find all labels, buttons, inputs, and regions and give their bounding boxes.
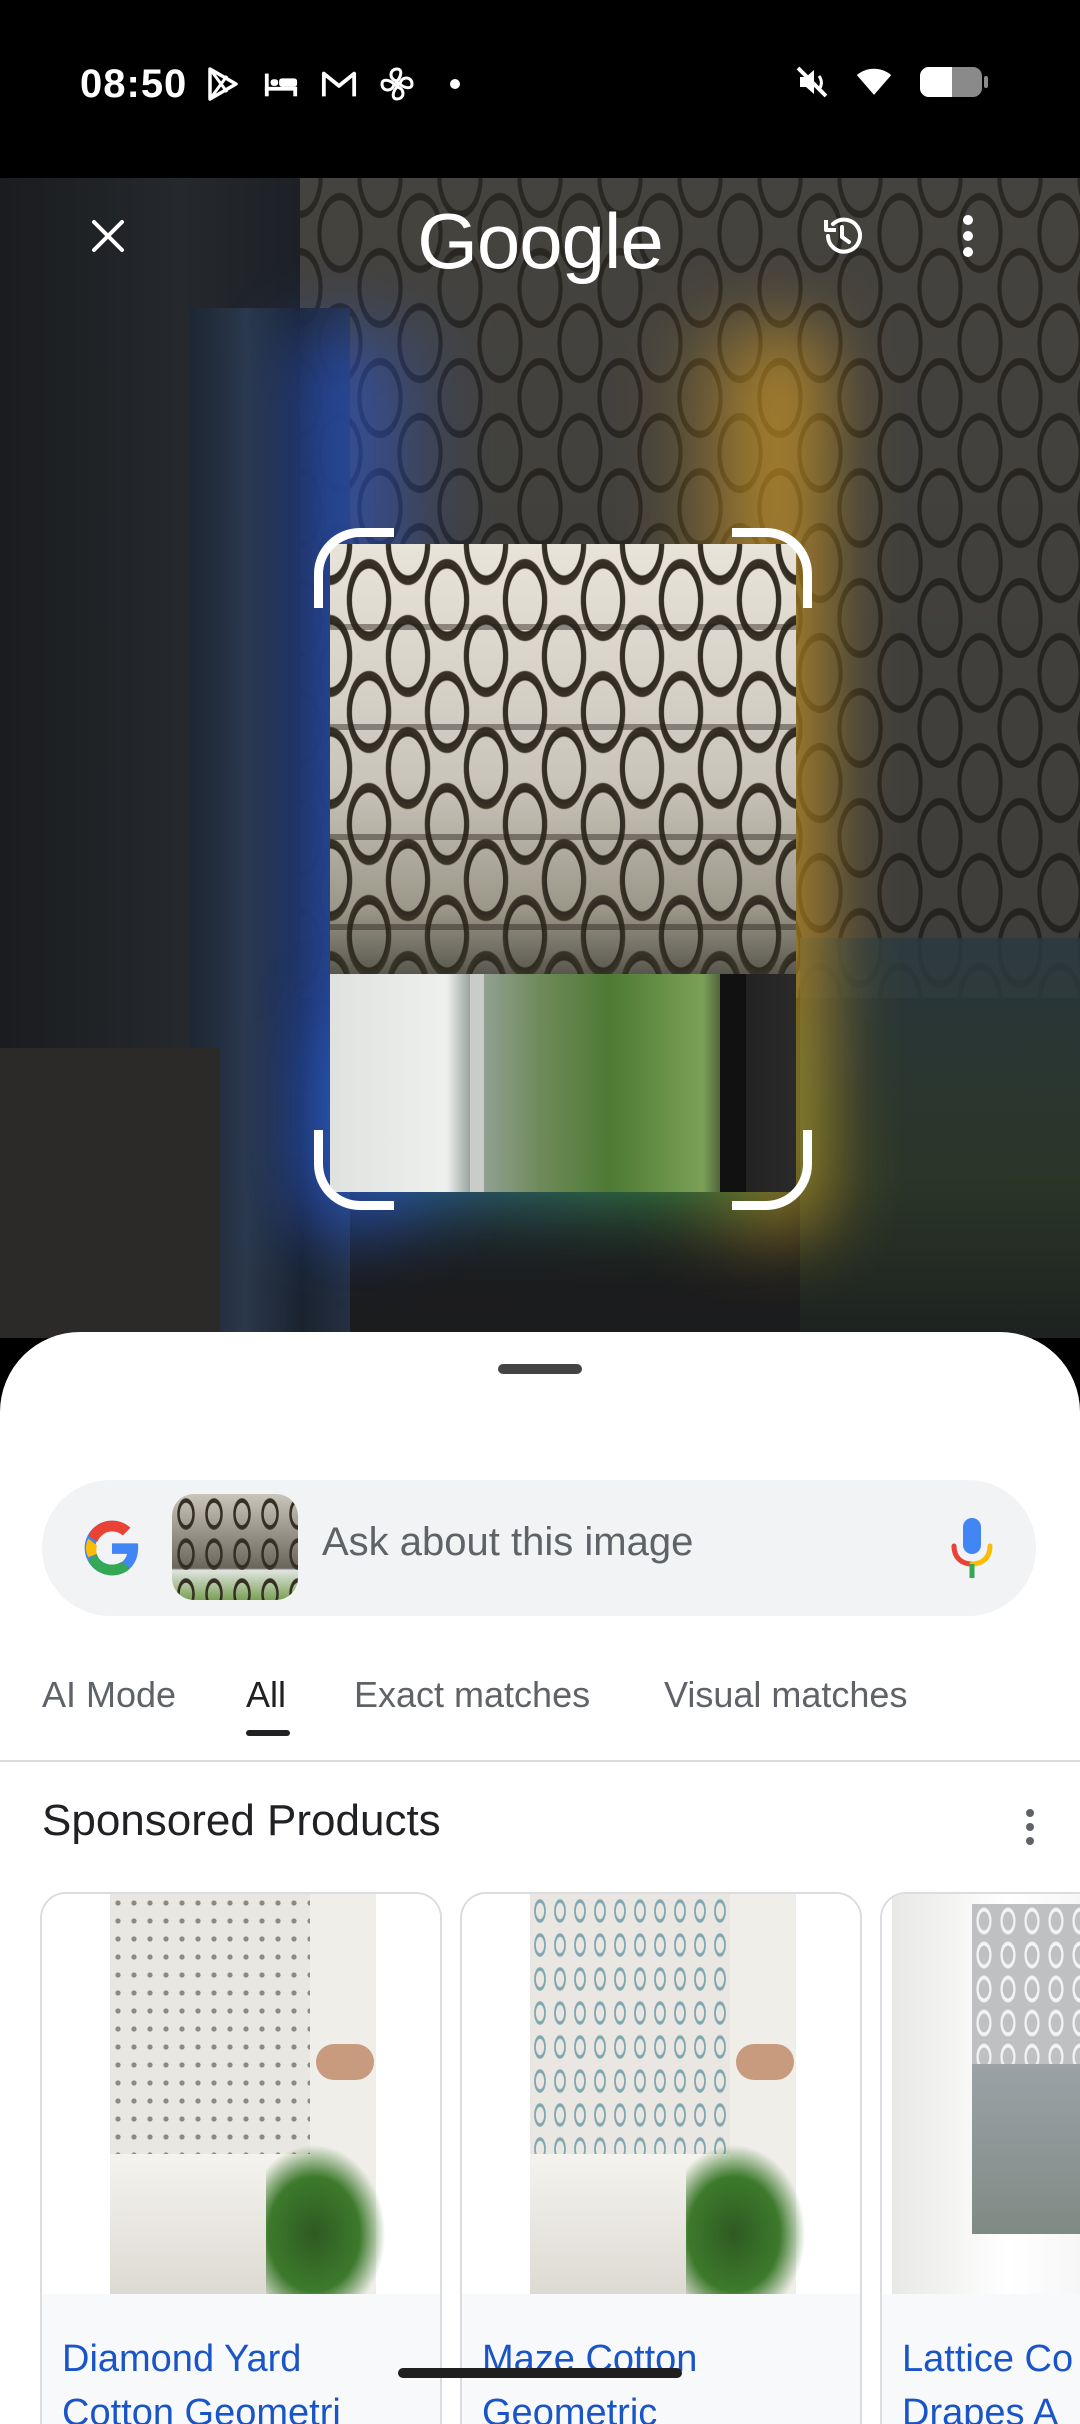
product-card[interactable]: Maze Cotton Geometric (460, 1892, 862, 2424)
active-tab-indicator (246, 1730, 290, 1736)
results-sheet: Ask about this image AI Mode All Exact m… (0, 1332, 1080, 2424)
tab-visual-matches[interactable]: Visual matches (664, 1674, 907, 1716)
product-carousel[interactable]: Diamond Yard Cotton Geometri Maze Cotton… (40, 1892, 1080, 2424)
history-icon (824, 217, 862, 254)
selected-region[interactable] (330, 544, 796, 1192)
status-bar: 08:50 (0, 0, 1080, 178)
gmail-icon (321, 66, 357, 102)
mute-icon (794, 64, 830, 100)
product-image (42, 1894, 440, 2294)
gesture-nav-handle[interactable] (398, 2368, 682, 2378)
product-image (462, 1894, 860, 2294)
product-meta: Maze Cotton Geometric (462, 2294, 860, 2424)
product-image (882, 1894, 1080, 2294)
dot-icon (437, 66, 473, 102)
product-title-line2[interactable]: Geometric (482, 2392, 657, 2424)
notification-icons (205, 66, 473, 102)
more-vert-icon (1026, 1809, 1034, 1817)
tab-ai-mode[interactable]: AI Mode (42, 1674, 176, 1716)
background-window (800, 938, 1080, 1338)
section-more-button[interactable] (1010, 1802, 1050, 1852)
blind-fold (330, 624, 796, 630)
blind-fold (330, 924, 796, 930)
fan-icon (379, 66, 415, 102)
query-image-thumbnail[interactable] (172, 1494, 298, 1600)
product-title[interactable]: Diamond Yard (62, 2338, 301, 2381)
wifi-icon (856, 64, 892, 100)
window (972, 2064, 1080, 2234)
more-vert-icon (963, 215, 973, 257)
product-photo (110, 1894, 386, 2294)
bed-icon (263, 66, 299, 102)
result-tabs: AI Mode All Exact matches Visual matches (0, 1662, 1080, 1762)
window-frame (470, 974, 484, 1192)
google-logo: Google (417, 197, 664, 285)
blind (530, 1894, 730, 2154)
hand (316, 2044, 374, 2080)
more-vert-icon (1026, 1837, 1034, 1845)
search-bar[interactable]: Ask about this image (42, 1480, 1036, 1616)
dresser (0, 1048, 220, 1338)
product-card[interactable]: Lattice Co Drapes A (880, 1892, 1080, 2424)
product-photo (530, 1894, 806, 2294)
product-card[interactable]: Diamond Yard Cotton Geometri (40, 1892, 442, 2424)
search-input[interactable]: Ask about this image (322, 1520, 693, 1565)
product-meta: Diamond Yard Cotton Geometri (42, 2294, 440, 2424)
more-options-button[interactable] (928, 196, 1008, 276)
blind (972, 1904, 1080, 2064)
play-store-icon (205, 66, 241, 102)
google-g-icon (84, 1520, 139, 1576)
plant (686, 2144, 806, 2294)
mic-icon[interactable] (944, 1514, 1000, 1582)
blind-pattern (330, 544, 796, 974)
tab-exact-matches[interactable]: Exact matches (354, 1674, 590, 1716)
status-time: 08:50 (80, 62, 188, 106)
system-icons (794, 64, 990, 100)
plant (266, 2144, 386, 2294)
blind-fold (330, 834, 796, 840)
product-title-line2[interactable]: Cotton Geometri (62, 2392, 341, 2424)
history-button[interactable] (802, 196, 882, 276)
blind (110, 1894, 310, 2154)
tab-all[interactable]: All (246, 1674, 286, 1716)
battery-icon (918, 64, 990, 100)
product-title[interactable]: Lattice Co (902, 2338, 1073, 2381)
product-meta: Lattice Co Drapes A (882, 2294, 1080, 2424)
section-title: Sponsored Products (42, 1796, 441, 1845)
drag-handle[interactable] (498, 1364, 582, 1374)
more-vert-icon (1026, 1823, 1034, 1831)
hand (736, 2044, 794, 2080)
product-title-line2[interactable]: Drapes A (902, 2392, 1058, 2424)
product-photo (892, 1894, 1080, 2294)
blind-fold (330, 724, 796, 730)
